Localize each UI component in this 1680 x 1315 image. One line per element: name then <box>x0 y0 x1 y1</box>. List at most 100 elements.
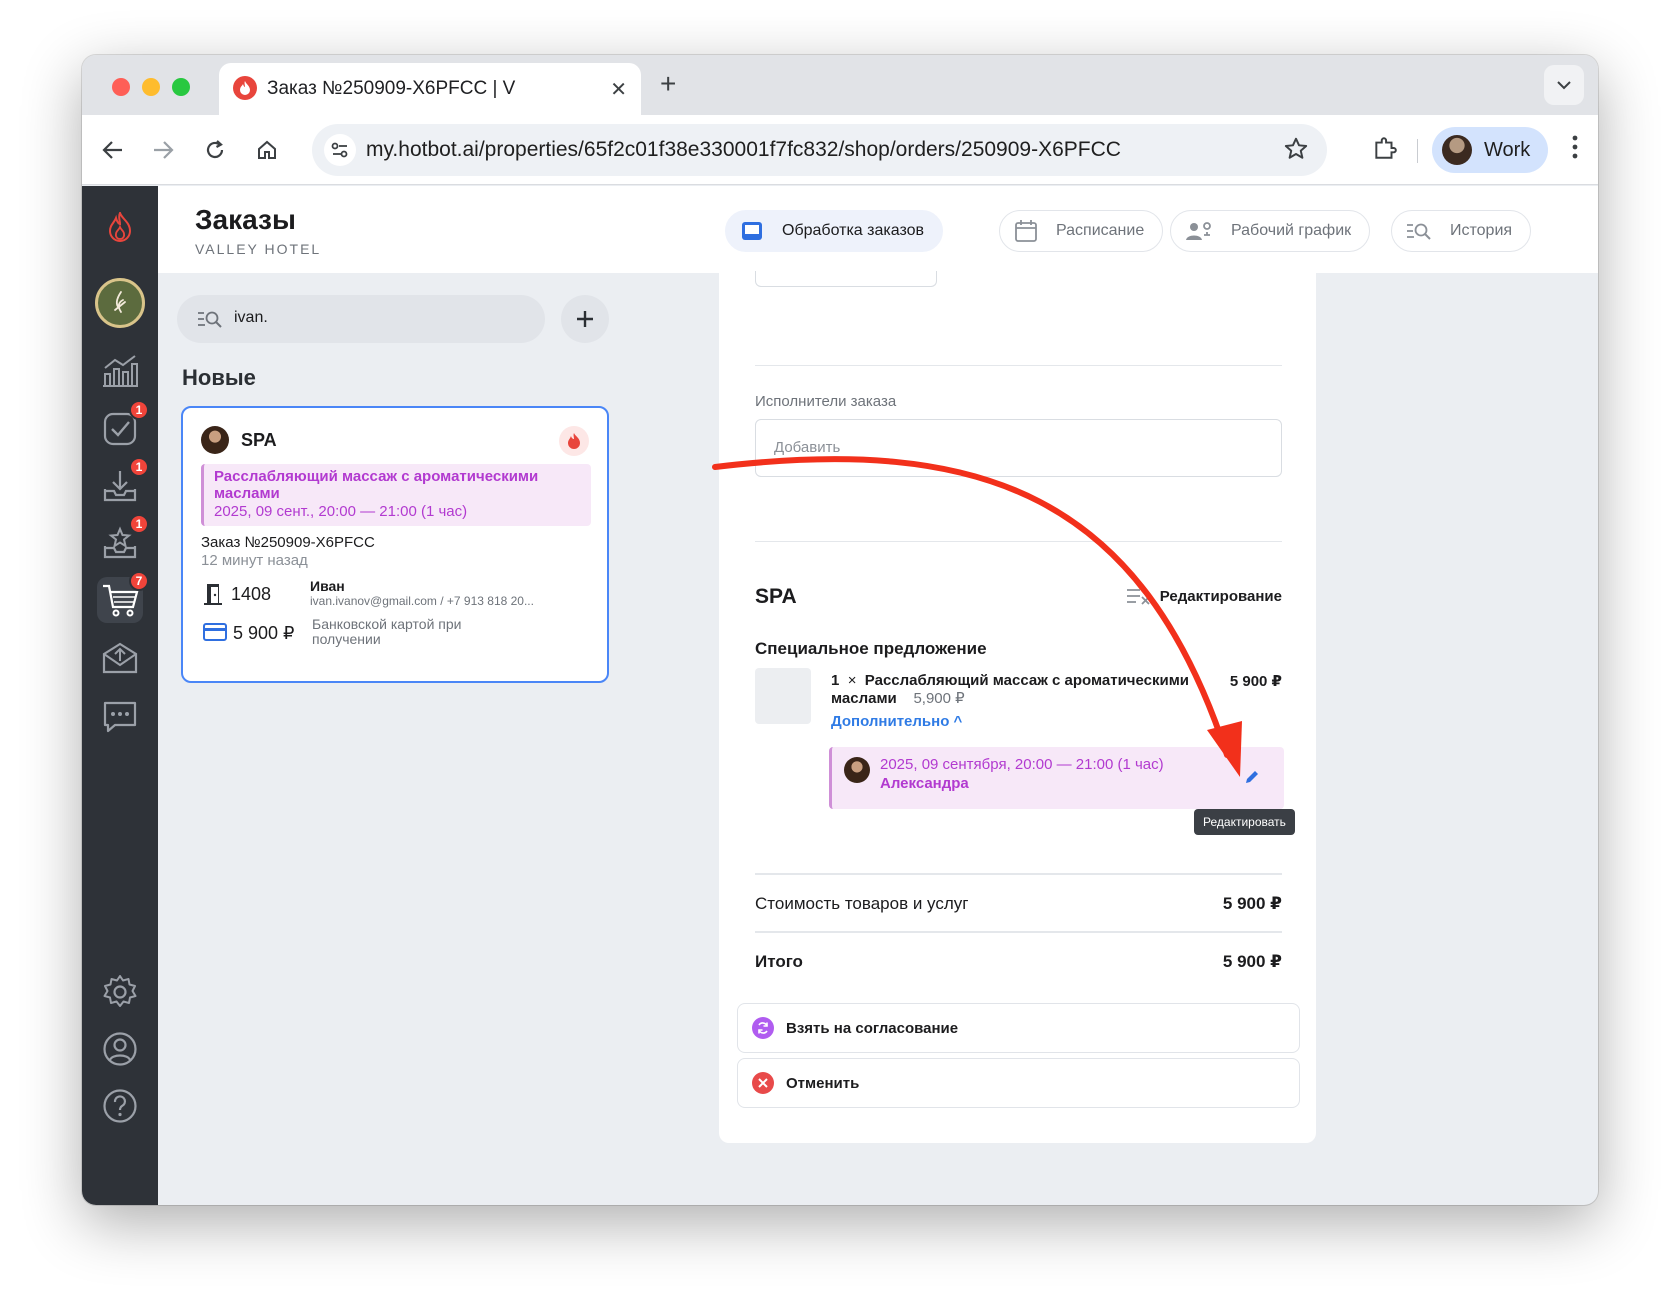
room-door-icon <box>203 583 223 610</box>
sidebar-item-reviews[interactable]: 1 <box>97 514 149 566</box>
orders-list-panel: ivan. Новые SPA Расслабляющий массаж с а… <box>158 273 613 1205</box>
inbox-icon <box>742 222 762 240</box>
maximize-window-button[interactable] <box>172 78 190 96</box>
service-name: Расслабляющий массаж с ароматическими ма… <box>214 468 539 502</box>
total-label: Итого <box>755 952 803 971</box>
specialist-avatar <box>201 426 229 454</box>
page-title: Заказы <box>195 204 296 235</box>
tab-close-icon[interactable]: ✕ <box>610 77 627 102</box>
hotbot-logo-icon[interactable] <box>97 204 143 250</box>
new-tab-button[interactable]: + <box>660 68 676 100</box>
order-item-line: 1 × Расслабляющий массаж с ароматическим… <box>831 672 1211 708</box>
order-card[interactable]: SPA Расслабляющий массаж с ароматическим… <box>181 406 609 683</box>
property-avatar[interactable] <box>95 278 145 328</box>
divider <box>755 873 1282 875</box>
service-date: 2025, 09 сент., 20:00 — 21:00 (1 час) <box>214 503 468 520</box>
guest-name: Иван <box>310 578 345 594</box>
edit-booking-pencil-icon[interactable] <box>1244 769 1260 790</box>
search-input[interactable]: ivan. <box>177 295 545 343</box>
minimize-window-button[interactable] <box>142 78 160 96</box>
order-time-ago: 12 минут назад <box>201 552 308 569</box>
sidebar-item-tasks[interactable]: 1 <box>97 400 149 452</box>
gear-icon <box>103 975 137 1007</box>
cancel-order-button[interactable]: Отменить <box>737 1058 1300 1108</box>
order-price: 5 900 ₽ <box>233 623 295 643</box>
sidebar-item-analytics[interactable] <box>97 348 143 394</box>
divider <box>755 541 1282 542</box>
search-icon <box>198 311 222 328</box>
hot-fire-icon <box>559 426 589 456</box>
chevron-down-icon <box>1557 80 1571 89</box>
edit-list-icon <box>1126 589 1150 605</box>
reload-button[interactable] <box>200 135 230 165</box>
app-header: Заказы VALLEY HOTEL Обработка заказов Ра… <box>158 186 1598 273</box>
mail-upload-icon <box>102 642 138 674</box>
sidebar-item-profile[interactable] <box>97 1026 143 1072</box>
site-settings-icon[interactable] <box>324 134 356 166</box>
divider <box>755 931 1282 933</box>
browser-tab-active[interactable]: Заказ №250909-X6PFCC | V ✕ <box>219 63 641 115</box>
edit-order-button[interactable]: Редактирование <box>1126 587 1282 605</box>
total-value: 5 900 ₽ <box>1222 952 1282 971</box>
add-order-button[interactable] <box>561 295 609 343</box>
toolbar-divider <box>1417 139 1418 163</box>
extra-toggle-link[interactable]: Дополнительно ^ <box>831 713 962 730</box>
back-button[interactable] <box>98 135 128 165</box>
sidebar-item-settings[interactable] <box>97 969 143 1015</box>
profile-button[interactable]: Work <box>1432 127 1548 173</box>
tab-schedule[interactable]: Расписание <box>999 210 1164 252</box>
forward-button[interactable] <box>148 135 178 165</box>
guest-contact: ivan.ivanov@gmail.com / +7 913 818 20... <box>310 594 534 608</box>
cancel-icon <box>752 1072 774 1094</box>
inbox-badge: 1 <box>129 457 149 477</box>
total-row: Итого 5 900 ₽ <box>755 952 1282 972</box>
booking-block: 2025, 09 сентября, 20:00 — 21:00 (1 час)… <box>829 747 1284 809</box>
sidebar-item-help[interactable] <box>97 1083 143 1129</box>
arrow-left-icon <box>102 141 122 159</box>
address-bar[interactable]: my.hotbot.ai/properties/65f2c01f38e33000… <box>312 124 1327 176</box>
calendar-icon <box>1015 220 1037 242</box>
order-card-title: SPA <box>241 430 277 450</box>
plus-icon <box>577 311 593 327</box>
staff-settings-icon <box>1186 222 1211 240</box>
booking-staff: Александра <box>880 775 969 792</box>
help-circle-icon <box>103 1089 137 1123</box>
browser-toolbar: my.hotbot.ai/properties/65f2c01f38e33000… <box>82 115 1598 185</box>
credit-card-icon <box>203 623 227 646</box>
home-button[interactable] <box>252 135 282 165</box>
extensions-icon[interactable] <box>1372 135 1398 166</box>
order-number: Заказ №250909-X6PFCC <box>201 534 375 551</box>
user-circle-icon <box>103 1032 137 1066</box>
cancel-label: Отменить <box>786 1074 860 1092</box>
shop-badge: 7 <box>129 571 149 591</box>
browser-menu-icon[interactable] <box>1572 135 1578 164</box>
sidebar-item-chat[interactable] <box>97 694 143 740</box>
service-block: Расслабляющий массаж с ароматическими ма… <box>201 464 591 526</box>
section-title-new: Новые <box>182 365 256 390</box>
tab-schedule-label: Расписание <box>1056 222 1145 239</box>
tab-order-processing[interactable]: Обработка заказов <box>725 210 943 252</box>
assignees-input[interactable]: Добавить <box>755 419 1282 477</box>
item-name: Расслабляющий массаж с ароматическими ма… <box>831 672 1190 707</box>
page-subtitle: VALLEY HOTEL <box>195 241 322 257</box>
url-text: my.hotbot.ai/properties/65f2c01f38e33000… <box>366 138 1121 161</box>
tab-history-label: История <box>1450 222 1513 239</box>
approve-label: Взять на согласование <box>786 1019 959 1037</box>
tab-search-button[interactable] <box>1544 65 1584 105</box>
subtotal-label: Стоимость товаров и услуг <box>755 894 969 913</box>
approve-button[interactable]: Взять на согласование <box>737 1003 1300 1053</box>
subtotal-value: 5 900 ₽ <box>1222 894 1282 913</box>
sidebar-item-inbox[interactable]: 1 <box>97 457 149 509</box>
sidebar-item-mailing[interactable] <box>97 635 143 681</box>
tab-history[interactable]: История <box>1391 210 1532 252</box>
offer-title: Специальное предложение <box>755 639 987 658</box>
app-sidebar: 1 1 1 7 <box>82 186 158 1205</box>
close-window-button[interactable] <box>112 78 130 96</box>
item-qty: 1 <box>831 672 840 689</box>
tab-work-schedule[interactable]: Рабочий график <box>1170 210 1371 252</box>
bookmark-star-icon[interactable] <box>1283 136 1309 167</box>
booking-date: 2025, 09 сентября, 20:00 — 21:00 (1 час) <box>880 756 1164 773</box>
edit-order-label: Редактирование <box>1159 587 1282 605</box>
sidebar-item-shop[interactable]: 7 <box>97 571 149 623</box>
reviews-badge: 1 <box>129 514 149 534</box>
